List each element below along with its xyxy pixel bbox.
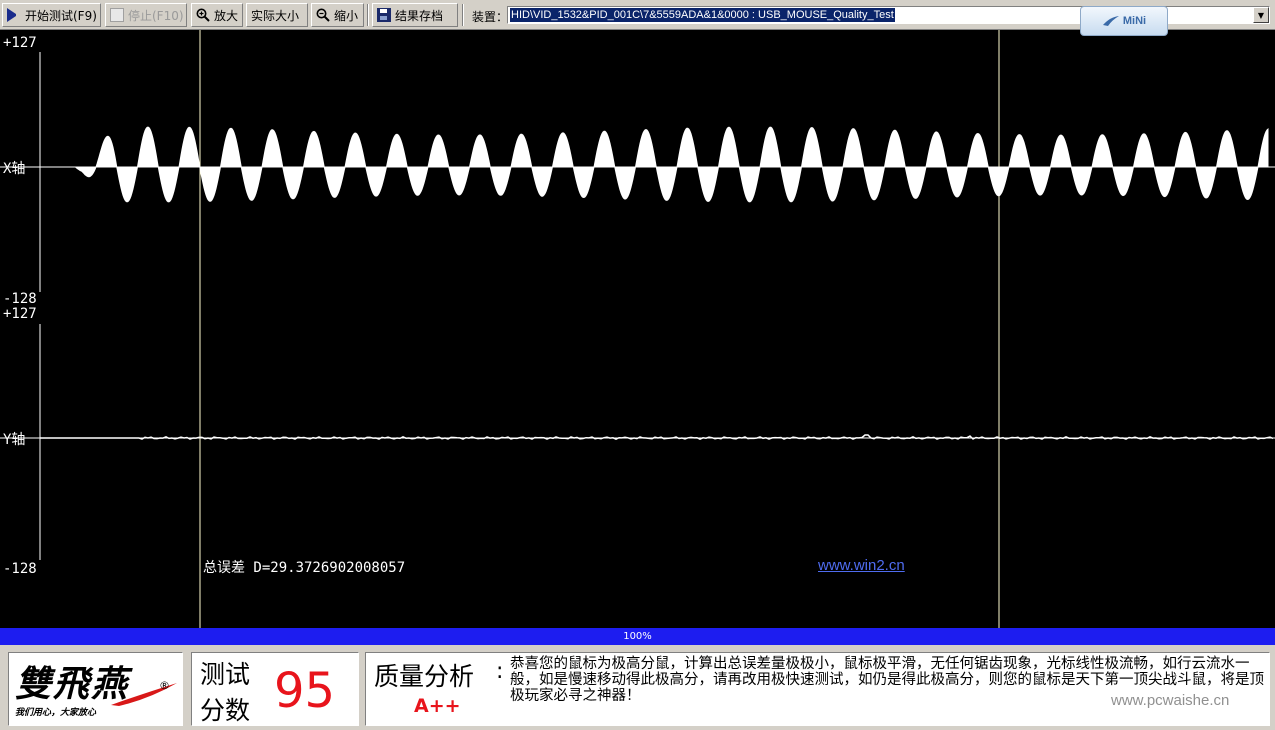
waveform-plot: +127 X轴 -128 +127 Y轴 -128 总误差 D=29.37269… <box>0 30 1275 628</box>
start-test-label: 开始测试(F9) <box>25 8 97 23</box>
device-label: 装置： <box>472 10 509 24</box>
zoom-out-icon <box>316 8 330 22</box>
registered-mark: ® <box>159 679 170 692</box>
start-test-button[interactable]: 开始测试(F9) <box>2 3 101 27</box>
result-area: 雙飛燕 ® 我们用心，大家放心 测试 分数 95 质量分析 : A++ 恭喜您的… <box>0 645 1275 730</box>
x-min-label: -128 <box>3 291 37 307</box>
stop-button[interactable]: 停止(F10) <box>105 3 187 27</box>
score-label-line2: 分数 <box>200 696 251 725</box>
score-panel: 测试 分数 95 <box>191 652 359 726</box>
zoom-out-button[interactable]: 缩小 <box>311 3 364 27</box>
save-results-label: 结果存档 <box>395 8 444 23</box>
progress-bar: 100% <box>0 628 1275 645</box>
y-signal-trace <box>40 434 1274 441</box>
mini-mode-button[interactable]: MiNi <box>1080 6 1168 36</box>
stop-label: 停止(F10) <box>128 8 184 23</box>
x-max-label: +127 <box>3 35 37 51</box>
swoosh-icon <box>1102 16 1119 26</box>
zoom-in-label: 放大 <box>214 8 239 23</box>
actual-size-button[interactable]: 实际大小 <box>246 3 308 27</box>
x-signal-trace <box>75 126 1269 203</box>
website-link[interactable]: www.win2.cn <box>818 557 905 574</box>
floppy-disk-icon <box>377 8 391 22</box>
play-icon <box>7 8 21 22</box>
y-max-label: +127 <box>3 306 37 322</box>
zoom-out-label: 缩小 <box>334 8 359 23</box>
watermark: www.pcwaishe.cn <box>1111 692 1230 709</box>
progress-label: 100% <box>623 631 652 642</box>
waveform-canvas: +127 X轴 -128 +127 Y轴 -128 <box>0 30 1275 628</box>
analysis-title: 质量分析 <box>374 662 475 691</box>
toolbar: 开始测试(F9) 停止(F10) 放大 实际大小 缩小 结果存档 装置： HID… <box>0 0 1275 36</box>
score-value: 95 <box>274 663 336 719</box>
quality-grade: A++ <box>414 695 461 717</box>
toolbar-separator <box>462 4 464 26</box>
quality-analysis-panel: 质量分析 : A++ 恭喜您的鼠标为极高分鼠，计算出总误差量极极小，鼠标极平滑，… <box>365 652 1270 726</box>
total-error-readout: 总误差 D=29.3726902008057 <box>203 560 406 576</box>
y-axis-label: Y轴 <box>3 432 25 448</box>
score-label-line1: 测试 <box>200 660 251 689</box>
y-min-label: -128 <box>3 561 37 577</box>
dropdown-arrow-icon[interactable]: ▼ <box>1253 7 1269 23</box>
brand-slogan: 我们用心，大家放心 <box>15 708 97 718</box>
analysis-colon: : <box>496 659 504 684</box>
actual-size-label: 实际大小 <box>251 8 300 23</box>
brand-logo-panel: 雙飛燕 ® 我们用心，大家放心 <box>8 652 183 726</box>
save-results-button[interactable]: 结果存档 <box>372 3 458 27</box>
x-axis-label: X轴 <box>3 161 25 177</box>
device-value: HID\VID_1532&PID_001C\7&5559ADA&1&0000 :… <box>510 8 895 22</box>
zoom-in-button[interactable]: 放大 <box>191 3 243 27</box>
mini-label: MiNi <box>1122 15 1147 27</box>
stop-checkbox-icon <box>110 8 124 22</box>
zoom-in-icon <box>196 8 210 22</box>
toolbar-separator <box>367 4 369 26</box>
